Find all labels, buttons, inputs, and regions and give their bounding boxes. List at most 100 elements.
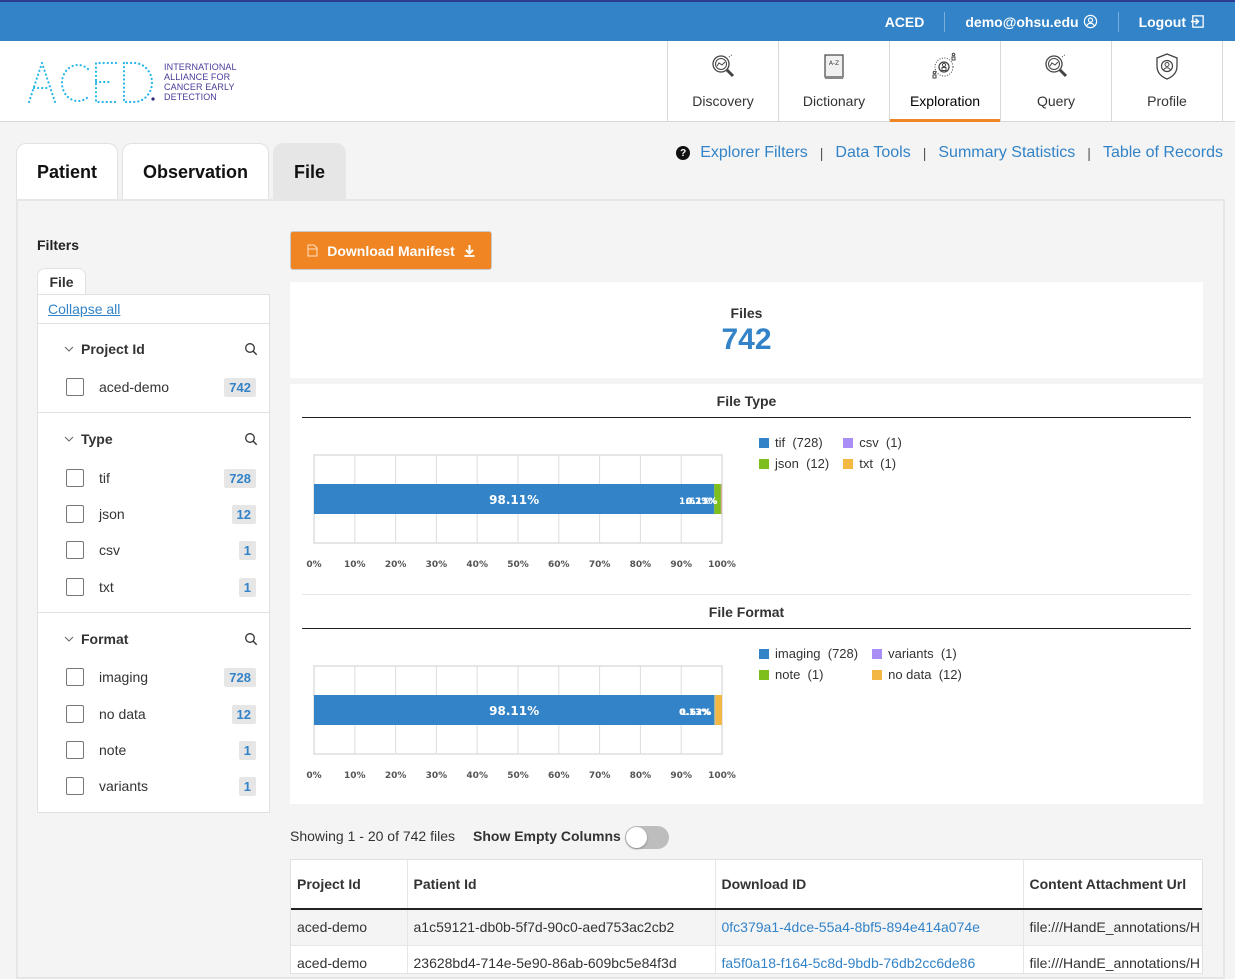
checkbox[interactable]: [66, 668, 84, 686]
filter-section-format[interactable]: Format: [63, 631, 258, 647]
filter-option: imaging 728: [66, 666, 256, 688]
nav-profile[interactable]: Profile: [1112, 41, 1223, 121]
aced-logo[interactable]: INTERNATIONAL ALLIANCE FOR CANCER EARLY …: [26, 59, 244, 105]
legend-item[interactable]: variants (1): [872, 646, 962, 661]
cell-patient-id: 23628bd4-714e-5e90-86ab-609bc5e84f3d: [407, 945, 716, 973]
checkbox[interactable]: [66, 469, 84, 487]
files-count-value: 742: [721, 323, 772, 356]
checkbox[interactable]: [66, 378, 84, 396]
filter-tab-file[interactable]: File: [37, 268, 86, 295]
logout-icon: [1190, 15, 1204, 28]
help-icon[interactable]: ?: [676, 146, 691, 160]
checkbox[interactable]: [66, 541, 84, 559]
checkbox[interactable]: [66, 505, 84, 523]
tab-patient[interactable]: Patient: [16, 143, 119, 200]
download-icon: [464, 245, 475, 257]
checkbox[interactable]: [66, 705, 84, 723]
x-tick-label: 50%: [507, 560, 529, 570]
checkbox[interactable]: [66, 741, 84, 759]
legend-item[interactable]: note (1): [759, 667, 858, 682]
search-icon[interactable]: [244, 342, 258, 356]
summary-statistics-link[interactable]: Summary Statistics: [938, 144, 1075, 162]
filter-section-type[interactable]: Type: [63, 431, 258, 447]
show-empty-columns-toggle[interactable]: [625, 826, 669, 849]
legend-item[interactable]: tif (728): [759, 435, 829, 450]
main-nav: Discovery A-Z Dictionary Exploration Que…: [667, 41, 1223, 122]
file-icon: [307, 244, 318, 257]
filter-option-label: variants: [99, 778, 149, 794]
nav-dictionary[interactable]: A-Z Dictionary: [779, 41, 890, 121]
nav-label: Query: [1036, 93, 1076, 109]
legend-label: json (12): [775, 456, 830, 471]
filter-option-count: 1: [238, 740, 256, 760]
x-tick-label: 10%: [344, 771, 366, 781]
legend-item[interactable]: csv (1): [843, 435, 902, 450]
filter-option-label: tif: [99, 470, 110, 486]
column-header-patient-id[interactable]: Patient Id: [407, 860, 716, 910]
bar-segment-csv: [720, 484, 722, 514]
dictionary-icon: A-Z: [824, 54, 844, 79]
checkbox[interactable]: [66, 578, 84, 596]
x-tick-label: 60%: [548, 771, 570, 781]
filter-option: aced-demo 742: [66, 376, 256, 398]
nav-exploration[interactable]: Exploration: [890, 41, 1001, 122]
legend-label: txt (1): [859, 456, 897, 471]
legend-file-type: tif (728) csv (1) json (12) txt (1): [759, 435, 902, 471]
user-link[interactable]: demo@ohsu.edu: [945, 14, 1117, 30]
legend-item[interactable]: imaging (728): [759, 646, 858, 661]
legend-swatch: [759, 669, 769, 680]
show-empty-columns-label: Show Empty Columns: [473, 828, 621, 844]
column-header-content-attachment-url[interactable]: Content Attachment Url: [1023, 860, 1202, 910]
chevron-down-icon: [64, 436, 74, 442]
legend-item[interactable]: no data (12): [872, 667, 962, 682]
nav-discovery[interactable]: Discovery: [668, 41, 779, 121]
x-tick-label: 90%: [670, 560, 692, 570]
table-of-records-link[interactable]: Table of Records: [1103, 144, 1223, 162]
bar-segment-note: [714, 695, 715, 725]
app-link[interactable]: ACED: [865, 14, 945, 30]
bar-segment-no-data: [715, 695, 722, 725]
download-id-link[interactable]: 0fc379a1-4dce-55a4-8bf5-894e414a074e: [722, 919, 980, 935]
x-tick-label: 20%: [385, 771, 407, 781]
filter-panel: Collapse all Project Id aced-demo 742 Ty…: [37, 294, 270, 813]
nav-label: Dictionary: [802, 93, 866, 109]
divider: |: [1087, 145, 1091, 161]
download-id-link[interactable]: fa5f0a18-f164-5c8d-9bdb-76db2cc6de86: [722, 955, 976, 971]
filter-option-count: 12: [231, 704, 256, 724]
explorer-filters-link[interactable]: Explorer Filters: [700, 144, 808, 162]
query-icon: [1045, 53, 1068, 78]
profile-icon: [1156, 53, 1178, 80]
tab-observation[interactable]: Observation: [122, 143, 270, 200]
column-header-project-id[interactable]: Project Id: [291, 860, 408, 910]
search-icon[interactable]: [244, 632, 258, 646]
data-tools-link[interactable]: Data Tools: [835, 144, 910, 162]
table-row: aced-demo 23628bd4-714e-5e90-86ab-609bc5…: [291, 945, 1202, 973]
filter-option-label: aced-demo: [99, 379, 170, 395]
legend-item[interactable]: txt (1): [843, 456, 902, 471]
logout-button[interactable]: Logout: [1119, 14, 1225, 30]
download-manifest-label: Download Manifest: [327, 242, 455, 259]
nav-query[interactable]: Query: [1001, 41, 1112, 121]
data-label: 98.11%: [489, 493, 539, 507]
cell-project-id: aced-demo: [291, 909, 408, 946]
filter-option-count: 1: [238, 776, 256, 796]
divider: |: [819, 145, 824, 161]
legend-swatch: [843, 437, 854, 448]
legend-swatch: [759, 648, 769, 659]
search-icon[interactable]: [244, 432, 258, 446]
download-manifest-button[interactable]: Download Manifest: [290, 231, 492, 270]
filter-section-title: Project Id: [81, 341, 145, 357]
filter-option-count: 742: [224, 377, 256, 397]
column-header-download-id[interactable]: Download ID: [715, 860, 1024, 910]
filter-option: note 1: [66, 739, 256, 761]
legend-item[interactable]: json (12): [759, 456, 829, 471]
filter-option-count: 12: [231, 504, 256, 524]
collapse-all-link[interactable]: Collapse all: [48, 301, 120, 317]
filter-option: variants 1: [66, 775, 256, 797]
tab-file[interactable]: File: [273, 143, 347, 200]
x-tick-label: 40%: [466, 771, 488, 781]
filter-option-label: txt: [99, 579, 114, 595]
filter-option: no data 12: [66, 703, 256, 725]
checkbox[interactable]: [66, 777, 84, 795]
filter-section-project-id[interactable]: Project Id: [63, 341, 258, 357]
